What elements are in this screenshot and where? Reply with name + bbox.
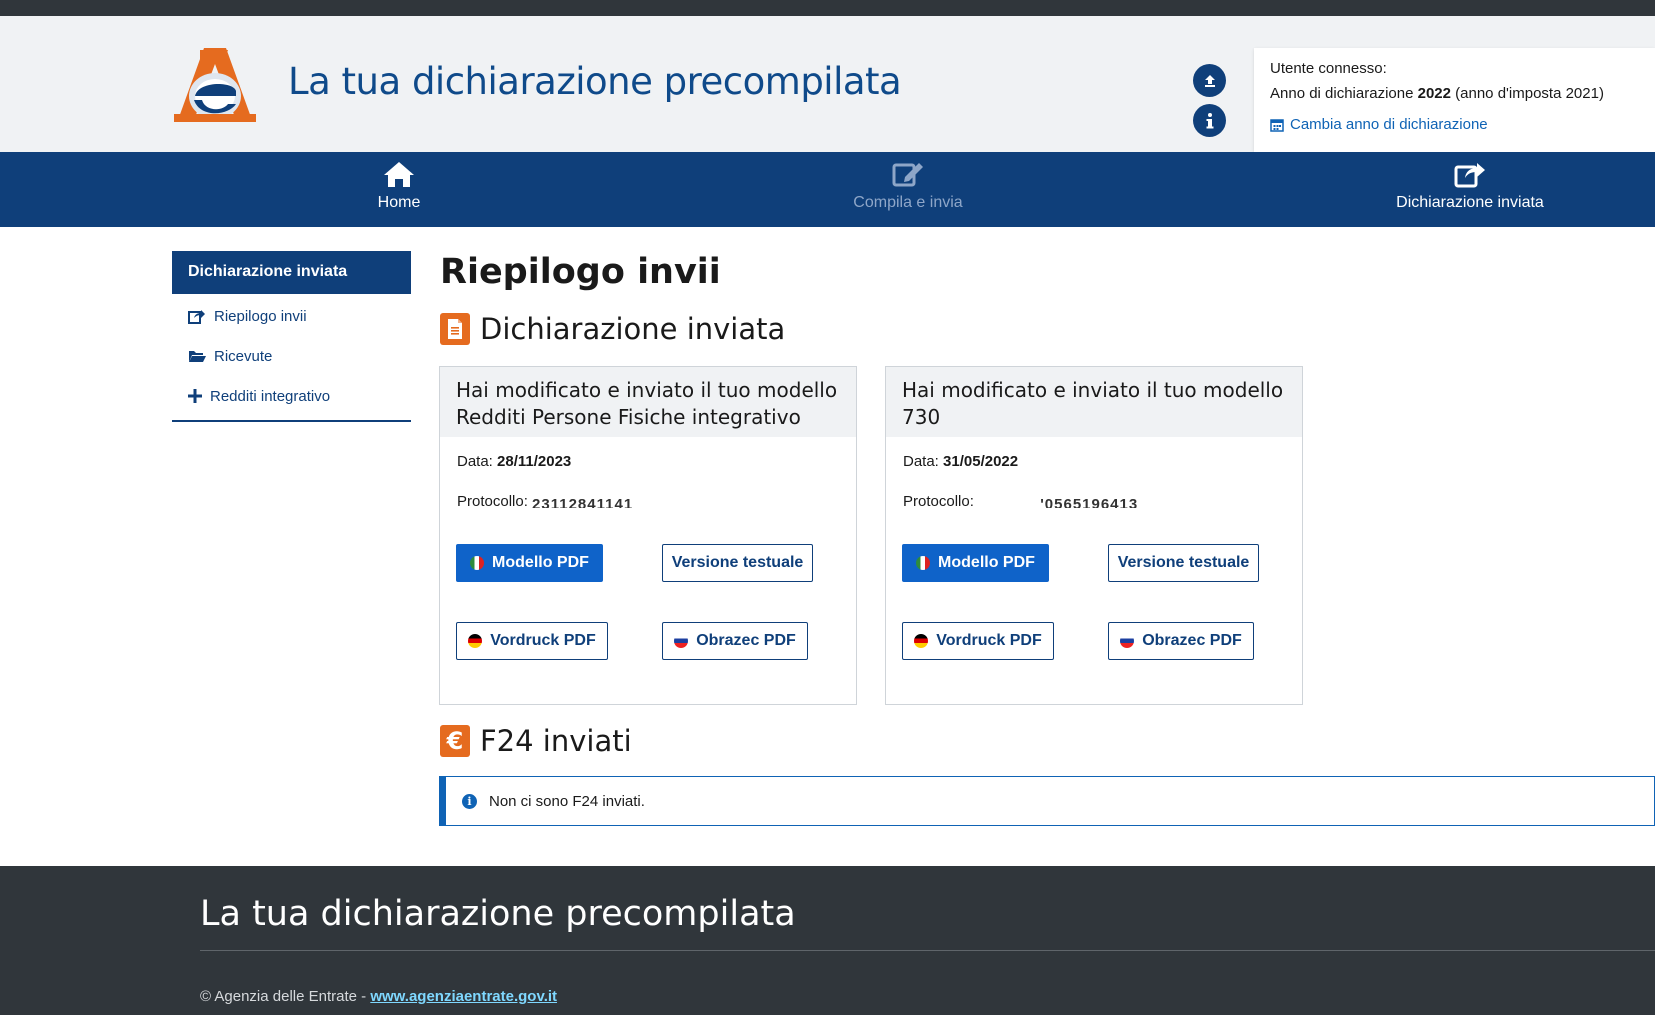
connected-user-label: Utente connesso: — [1270, 60, 1387, 77]
card-date: Data: 31/05/2022 — [903, 453, 1019, 470]
card-date: Data: 28/11/2023 — [457, 453, 572, 470]
card-heading: Hai modificato e inviato il tuo modello … — [440, 367, 856, 437]
sidebar: Dichiarazione inviata Riepilogo invii Ri… — [172, 251, 411, 422]
agenzia-entrate-link[interactable]: www.agenziaentrate.gov.it — [370, 988, 557, 1005]
edit-icon — [892, 163, 923, 187]
footer-copyright: © Agenzia delle Entrate - www.agenziaent… — [200, 988, 558, 1005]
euro-icon: € — [440, 725, 470, 757]
info-circle-icon[interactable] — [1193, 104, 1226, 137]
section-f24: € F24 inviati — [440, 724, 632, 758]
sidebar-list: Riepilogo invii Ricevute Redditi integra… — [172, 294, 411, 422]
share-icon — [1454, 163, 1485, 188]
document-icon — [440, 313, 470, 345]
vordruck-pdf-button[interactable]: Vordruck PDF — [902, 622, 1054, 660]
upload-circle-icon[interactable] — [1193, 64, 1226, 97]
card-protocol: Protocollo: '0565196413 — [903, 493, 1139, 510]
versione-testuale-button[interactable]: Versione testuale — [1108, 544, 1259, 582]
home-icon — [384, 162, 414, 187]
site-title[interactable]: La tua dichiarazione precompilata — [288, 60, 902, 103]
page-title: Riepilogo invii — [440, 252, 721, 292]
obrazec-pdf-button[interactable]: Obrazec PDF — [662, 622, 808, 660]
slovenia-flag-icon — [1120, 634, 1135, 648]
f24-info-alert: i Non ci sono F24 inviati. — [439, 776, 1655, 826]
protocol-number: 23112841141 — [532, 496, 634, 509]
obrazec-pdf-button[interactable]: Obrazec PDF — [1108, 622, 1254, 660]
section-dichiarazione: Dichiarazione inviata — [440, 312, 785, 346]
sidebar-item-ricevute[interactable]: Ricevute — [172, 336, 411, 376]
card-protocol: Protocollo: 23112841141 — [457, 493, 634, 510]
sidebar-item-riepilogo[interactable]: Riepilogo invii — [172, 296, 411, 336]
nav-compila-invia[interactable]: Compila e invia — [842, 160, 974, 212]
plus-icon — [188, 389, 202, 403]
user-info-box: Utente connesso: Anno di dichiarazione 2… — [1254, 48, 1655, 152]
footer-title: La tua dichiarazione precompilata — [200, 894, 796, 934]
sidebar-title[interactable]: Dichiarazione inviata — [172, 251, 411, 294]
italy-flag-icon — [470, 556, 485, 570]
vordruck-pdf-button[interactable]: Vordruck PDF — [456, 622, 608, 660]
change-year-link[interactable]: Cambia anno di dichiarazione — [1270, 116, 1639, 133]
share-icon — [188, 310, 205, 324]
card-heading: Hai modificato e inviato il tuo modello … — [886, 367, 1302, 437]
germany-flag-icon — [914, 634, 929, 648]
folder-open-icon — [189, 351, 206, 362]
italy-flag-icon — [916, 556, 931, 570]
declaration-year: Anno di dichiarazione 2022 (anno d'impos… — [1270, 85, 1604, 102]
modello-pdf-button[interactable]: Modello PDF — [456, 544, 603, 582]
declaration-card: Hai modificato e inviato il tuo modello … — [439, 366, 857, 705]
footer: La tua dichiarazione precompilata © Agen… — [0, 866, 1655, 1015]
top-strip — [0, 0, 1655, 16]
main-navbar: Home Compila e invia Dichiarazione invia… — [0, 152, 1655, 227]
nav-home[interactable]: Home — [370, 160, 428, 212]
header: La tua dichiarazione precompilata Utente… — [0, 16, 1655, 152]
protocol-number: '0565196413 — [1040, 496, 1139, 509]
slovenia-flag-icon — [674, 634, 689, 648]
modello-pdf-button[interactable]: Modello PDF — [902, 544, 1049, 582]
versione-testuale-button[interactable]: Versione testuale — [662, 544, 813, 582]
footer-divider — [200, 950, 1655, 951]
declaration-card: Hai modificato e inviato il tuo modello … — [885, 366, 1303, 705]
germany-flag-icon — [468, 634, 483, 648]
calendar-icon — [1270, 118, 1284, 132]
agenzia-entrate-logo — [174, 48, 256, 122]
info-icon: i — [462, 793, 477, 809]
nav-dichiarazione-inviata[interactable]: Dichiarazione inviata — [1385, 160, 1555, 212]
sidebar-item-redditi-integrativo[interactable]: Redditi integrativo — [172, 376, 411, 416]
